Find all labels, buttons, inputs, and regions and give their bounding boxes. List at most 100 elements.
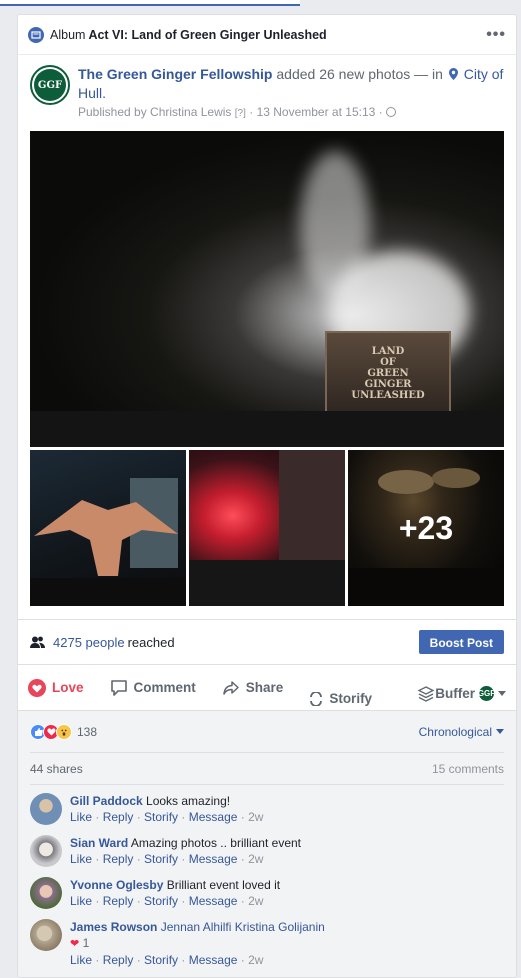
page-logo-text: GGF [34,69,66,101]
comment-reaction[interactable]: ❤ 1 [70,935,325,952]
sign-line: OF [380,356,396,368]
album-title[interactable]: Act VI: Land of Green Ginger Unleashed [88,28,326,42]
comment-author[interactable]: Sian Ward [70,836,128,850]
post-card: Album Act VI: Land of Green Ginger Unlea… [17,14,517,978]
album-prefix: Album [50,27,86,42]
comment-author[interactable]: James Rowson [70,920,157,934]
commenter-avatar[interactable] [30,835,62,867]
top-tab-bar [0,0,300,6]
comment-actions: Like · Reply · Storify · Message · 2w [70,894,264,908]
thumbnail-more-photos[interactable]: +23 [348,450,504,606]
thumbnail-dragon[interactable] [30,450,186,606]
share-button[interactable]: Share [222,679,284,697]
buffer-label: Buffer [435,686,475,701]
buffer-button[interactable]: Buffer GGF [417,685,506,703]
chevron-down-icon[interactable] [498,691,506,696]
photo-grid: LAND OF GREEN GINGER UNLEASHED +23 [30,131,504,606]
comment-like-link[interactable]: Like [70,953,92,967]
wow-reaction-icon[interactable] [56,723,72,740]
comment-author[interactable]: Gill Paddock [70,794,143,808]
comment-label: Comment [133,680,196,695]
comment-time[interactable]: 2w [248,894,263,908]
action-bar: Love Comment Share Storify Buffer GGF [18,664,516,710]
help-marker[interactable]: [?] [235,108,246,119]
comment-reply-link[interactable]: Reply [103,894,134,908]
festival-sign: LAND OF GREEN GINGER UNLEASHED [325,331,451,415]
shares-count[interactable]: 44 shares [30,762,83,776]
sign-line: LAND [371,345,405,357]
dragon-silhouette [30,478,186,606]
storify-label: Storify [329,691,373,706]
storify-icon [310,691,323,706]
comment-message-link[interactable]: Message [189,953,238,967]
sign-line: GINGER [364,378,412,390]
reach-count-link[interactable]: 4275 people [53,635,125,650]
love-label: Love [52,680,84,695]
comment-message-link[interactable]: Message [189,810,238,824]
comment-storify-link[interactable]: Storify [144,852,178,866]
comment-item: Gill Paddock Looks amazing! Like · Reply… [18,793,516,835]
comment-text: Brilliant event loved it [166,878,281,892]
published-by[interactable]: Published by Christina Lewis [78,105,231,119]
main-photo[interactable]: LAND OF GREEN GINGER UNLEASHED [30,131,504,447]
page-name-link[interactable]: The Green Ginger Fellowship [78,66,272,82]
globe-icon[interactable] [385,107,396,117]
storify-button[interactable]: Storify [309,691,372,706]
commenter-avatar[interactable] [30,877,62,909]
comment-reply-link[interactable]: Reply [103,953,134,967]
reaction-count[interactable]: 138 [77,725,97,739]
shares-row: 44 shares 15 comments [30,753,504,785]
photo-thumbnails: +23 [30,450,504,606]
sort-order-dropdown[interactable]: Chronological [419,725,504,739]
comment-item: Yvonne Oglesby Brilliant event loved it … [18,877,516,919]
comment-actions: Like · Reply · Storify · Message · 2w [70,852,264,866]
comment-text: Amazing photos .. brilliant event [130,836,301,850]
comment-bubble-icon [110,679,127,696]
heart-mini-icon: ❤ [70,938,80,950]
sign-line: UNLEASHED [351,389,425,401]
location-pin-icon [448,68,458,80]
page-logo-icon: GGF [478,686,495,701]
comment-time[interactable]: 2w [248,852,263,866]
post-meta: Published by Christina Lewis [?] · 13 No… [78,105,506,119]
buffer-stack-icon [417,685,435,702]
album-icon [28,26,44,43]
comment-storify-link[interactable]: Storify [144,953,178,967]
comment-like-link[interactable]: Like [70,894,92,908]
comment-button[interactable]: Comment [110,679,196,697]
comment-item: Sian Ward Amazing photos .. brilliant ev… [18,835,516,877]
comments-count[interactable]: 15 comments [432,762,504,776]
comment-reply-link[interactable]: Reply [103,810,134,824]
reactions-row: 138 Chronological [30,711,504,753]
comment-list: Gill Paddock Looks amazing! Like · Reply… [18,785,516,975]
comment-like-link[interactable]: Like [70,810,92,824]
comment-author[interactable]: Yvonne Oglesby [70,878,163,892]
album-header: Album Act VI: Land of Green Ginger Unlea… [18,15,516,55]
post-timestamp[interactable]: · 13 November at 15:13 · [249,105,382,119]
share-label: Share [245,680,284,695]
commenter-avatar[interactable] [30,919,62,951]
commenter-avatar[interactable] [30,793,62,825]
street-scene [189,450,345,606]
thumbnail-red-flare[interactable] [189,450,345,606]
page-avatar[interactable]: GGF [30,65,70,105]
more-photos-count[interactable]: +23 [348,450,504,606]
comment-storify-link[interactable]: Storify [144,894,178,908]
post-action-text: added 26 new photos — in [276,66,443,82]
reach-suffix: reached [127,634,175,650]
photo-ground [30,411,504,447]
comment-message-link[interactable]: Message [189,852,238,866]
heart-icon [28,678,46,697]
comment-storify-link[interactable]: Storify [144,810,178,824]
comment-reply-link[interactable]: Reply [103,852,134,866]
comment-time[interactable]: 2w [248,810,263,824]
boost-post-button[interactable]: Boost Post [418,630,504,654]
sign-line: GREEN [367,367,409,379]
more-dots-icon[interactable]: ••• [486,26,506,42]
comment-actions: Like · Reply · Storify · Message · 2w [70,810,264,824]
comment-message-link[interactable]: Message [189,894,238,908]
comment-text[interactable]: Jennan Alhilfi Kristina Golijanin [161,920,325,934]
comment-time[interactable]: 2w [248,953,263,967]
comment-like-link[interactable]: Like [70,852,92,866]
love-button[interactable]: Love [28,678,84,697]
